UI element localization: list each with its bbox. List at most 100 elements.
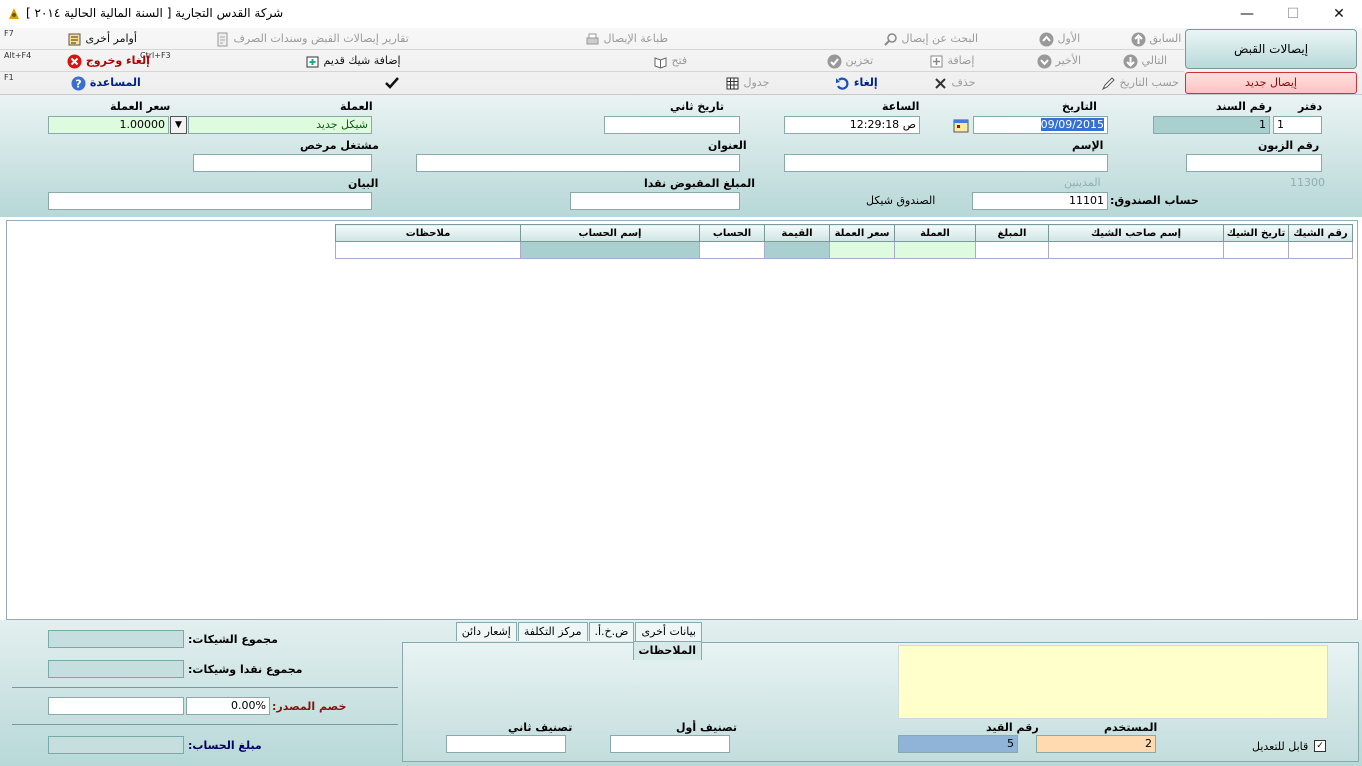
tab-cost-center[interactable]: مركز التكلفة	[517, 622, 588, 641]
total-cash-checks-label: مجموع نقدا وشيكات:	[188, 663, 303, 676]
withholding-percent-field[interactable]: 0.00%	[186, 697, 270, 715]
table-button[interactable]: جدول	[722, 73, 769, 93]
statement-field[interactable]	[48, 192, 372, 210]
currency-rate-field[interactable]: 1.00000	[48, 116, 169, 134]
customer-number-label: رقم الزبون	[1258, 139, 1320, 152]
cell-account[interactable]	[699, 241, 765, 259]
title-bar: شركة القدس التجارية [ السنة المالية الحا…	[0, 0, 1362, 28]
cell-amount[interactable]	[975, 241, 1049, 259]
first-arrow-icon	[1039, 32, 1054, 46]
tab-vat[interactable]: ض.خ.أ.	[588, 622, 635, 641]
footer-divider	[12, 687, 398, 688]
add-button[interactable]: إضافة	[926, 51, 974, 71]
footer-divider-2	[12, 724, 398, 725]
receipts-main-button[interactable]: إيصالات القبض	[1185, 29, 1357, 69]
save-button[interactable]: تخزين	[824, 51, 873, 71]
search-receipt-button[interactable]: البحث عن إيصال	[880, 29, 978, 49]
second-date-field[interactable]	[604, 116, 740, 134]
checks-table[interactable]: ملاحظات إسم الحساب الحساب القيمة سعر الع…	[335, 224, 1353, 259]
cell-currency-rate[interactable]	[829, 241, 895, 259]
cashbox-account-field[interactable]: 11101	[972, 192, 1108, 210]
reports-label: تقارير إيصالات القبض وسندات الصرف	[233, 32, 409, 45]
open-button[interactable]: فتح	[650, 51, 687, 71]
class1-label: تصنيف أول	[676, 721, 738, 734]
close-button[interactable]: ✕	[1316, 0, 1362, 28]
last-label: الأخير	[1055, 54, 1082, 67]
table-row[interactable]	[335, 241, 1353, 259]
col-value[interactable]: القيمة	[764, 224, 830, 242]
footer-tabs: بيانات أخرىض.خ.أ.مركز التكلفةإشعار دائن ا…	[404, 622, 702, 660]
cashbox-account-label: حساب الصندوق:	[1110, 194, 1199, 207]
next-label: التالي	[1141, 54, 1168, 67]
first-button[interactable]: الأول	[1036, 29, 1080, 49]
calendar-icon[interactable]	[953, 118, 969, 133]
col-account-name[interactable]: إسم الحساب	[520, 224, 700, 242]
class1-field[interactable]	[610, 735, 730, 753]
currency-select[interactable]: شيكل جديد	[188, 116, 372, 134]
voucher-number-label: رقم السند	[1216, 100, 1272, 113]
col-amount[interactable]: المبلغ	[975, 224, 1049, 242]
col-check-owner[interactable]: إسم صاحب الشيك	[1048, 224, 1224, 242]
table-label: جدول	[743, 76, 770, 89]
previous-button[interactable]: السابق	[1128, 29, 1181, 49]
class2-label: تصنيف ثاني	[508, 721, 573, 734]
print-receipt-button[interactable]: طباعة الإيصال	[582, 29, 668, 49]
previous-arrow-icon	[1131, 32, 1146, 46]
cell-check-owner[interactable]	[1048, 241, 1224, 259]
cell-value	[764, 241, 830, 259]
help-button[interactable]: المساعدة ?	[68, 73, 141, 93]
address-field[interactable]	[416, 154, 740, 172]
cell-notes[interactable]	[335, 241, 521, 259]
by-date-label: حسب التاريخ	[1119, 76, 1179, 89]
table-icon	[726, 77, 739, 89]
col-notes[interactable]: ملاحظات	[335, 224, 521, 242]
licensed-dealer-label: مشتغل مرخص	[300, 139, 379, 152]
time-field[interactable]: 12:29:18 ص	[784, 116, 920, 134]
more-commands-label: أوامر أخرى	[85, 32, 137, 45]
maximize-button[interactable]: ☐	[1270, 0, 1316, 28]
second-date-label: تاريخ ثاني	[670, 100, 725, 113]
checks-grid[interactable]: ملاحظات إسم الحساب الحساب القيمة سعر الع…	[6, 220, 1358, 620]
date-field[interactable]: 09/09/2015	[973, 116, 1108, 134]
add-old-check-button[interactable]: إضافة شيك قديم	[302, 51, 401, 71]
search-icon	[884, 32, 897, 46]
cancel-and-exit-button[interactable]: إلغاء وخروج	[64, 51, 150, 71]
cell-check-date[interactable]	[1223, 241, 1289, 259]
notes-textarea[interactable]	[898, 645, 1328, 719]
last-button[interactable]: الأخير	[1034, 51, 1081, 71]
by-date-button[interactable]: حسب التاريخ	[1098, 73, 1179, 93]
col-check-date[interactable]: تاريخ الشيك	[1223, 224, 1289, 242]
delete-button[interactable]: حذف	[930, 73, 975, 93]
add-old-check-label: إضافة شيك قديم	[323, 54, 401, 67]
cell-check-number[interactable]	[1288, 241, 1353, 259]
confirm-check-icon[interactable]	[384, 75, 400, 91]
cell-currency[interactable]	[894, 241, 976, 259]
editable-checkbox[interactable]: ✓	[1314, 740, 1326, 752]
editable-label: قابل للتعديل	[1252, 740, 1309, 753]
licensed-dealer-field[interactable]	[193, 154, 372, 172]
col-check-number[interactable]: رقم الشيك	[1288, 224, 1353, 242]
class2-field[interactable]	[446, 735, 566, 753]
reports-button[interactable]: تقارير إيصالات القبض وسندات الصرف	[212, 29, 409, 49]
tab-other-data[interactable]: بيانات أخرى	[635, 622, 702, 641]
more-commands-button[interactable]: أوامر أخرى	[64, 29, 137, 49]
col-currency-rate[interactable]: سعر العملة	[829, 224, 895, 242]
col-currency[interactable]: العملة	[894, 224, 976, 242]
name-field[interactable]	[784, 154, 1108, 172]
window-title: شركة القدس التجارية [ السنة المالية الحا…	[26, 6, 284, 20]
new-receipt-button[interactable]: إيصال جديد	[1185, 72, 1357, 94]
voucher-number-field[interactable]: 1	[1153, 116, 1270, 134]
ledger-field[interactable]: 1	[1273, 116, 1322, 134]
withholding-amount-field[interactable]	[48, 697, 184, 715]
next-button[interactable]: التالي	[1120, 51, 1167, 71]
tab-credit-note[interactable]: إشعار دائن	[455, 622, 517, 641]
col-account[interactable]: الحساب	[699, 224, 765, 242]
customer-number-field[interactable]	[1186, 154, 1322, 172]
cash-received-field[interactable]	[570, 192, 740, 210]
cancel-button[interactable]: إلغاء	[832, 73, 878, 93]
tab-notes[interactable]: الملاحظات	[632, 641, 702, 660]
add-label: إضافة	[947, 54, 975, 67]
currency-dropdown-button[interactable]: ▼	[170, 116, 187, 134]
minimize-button[interactable]: —	[1224, 0, 1270, 28]
print-label: طباعة الإيصال	[603, 32, 669, 45]
